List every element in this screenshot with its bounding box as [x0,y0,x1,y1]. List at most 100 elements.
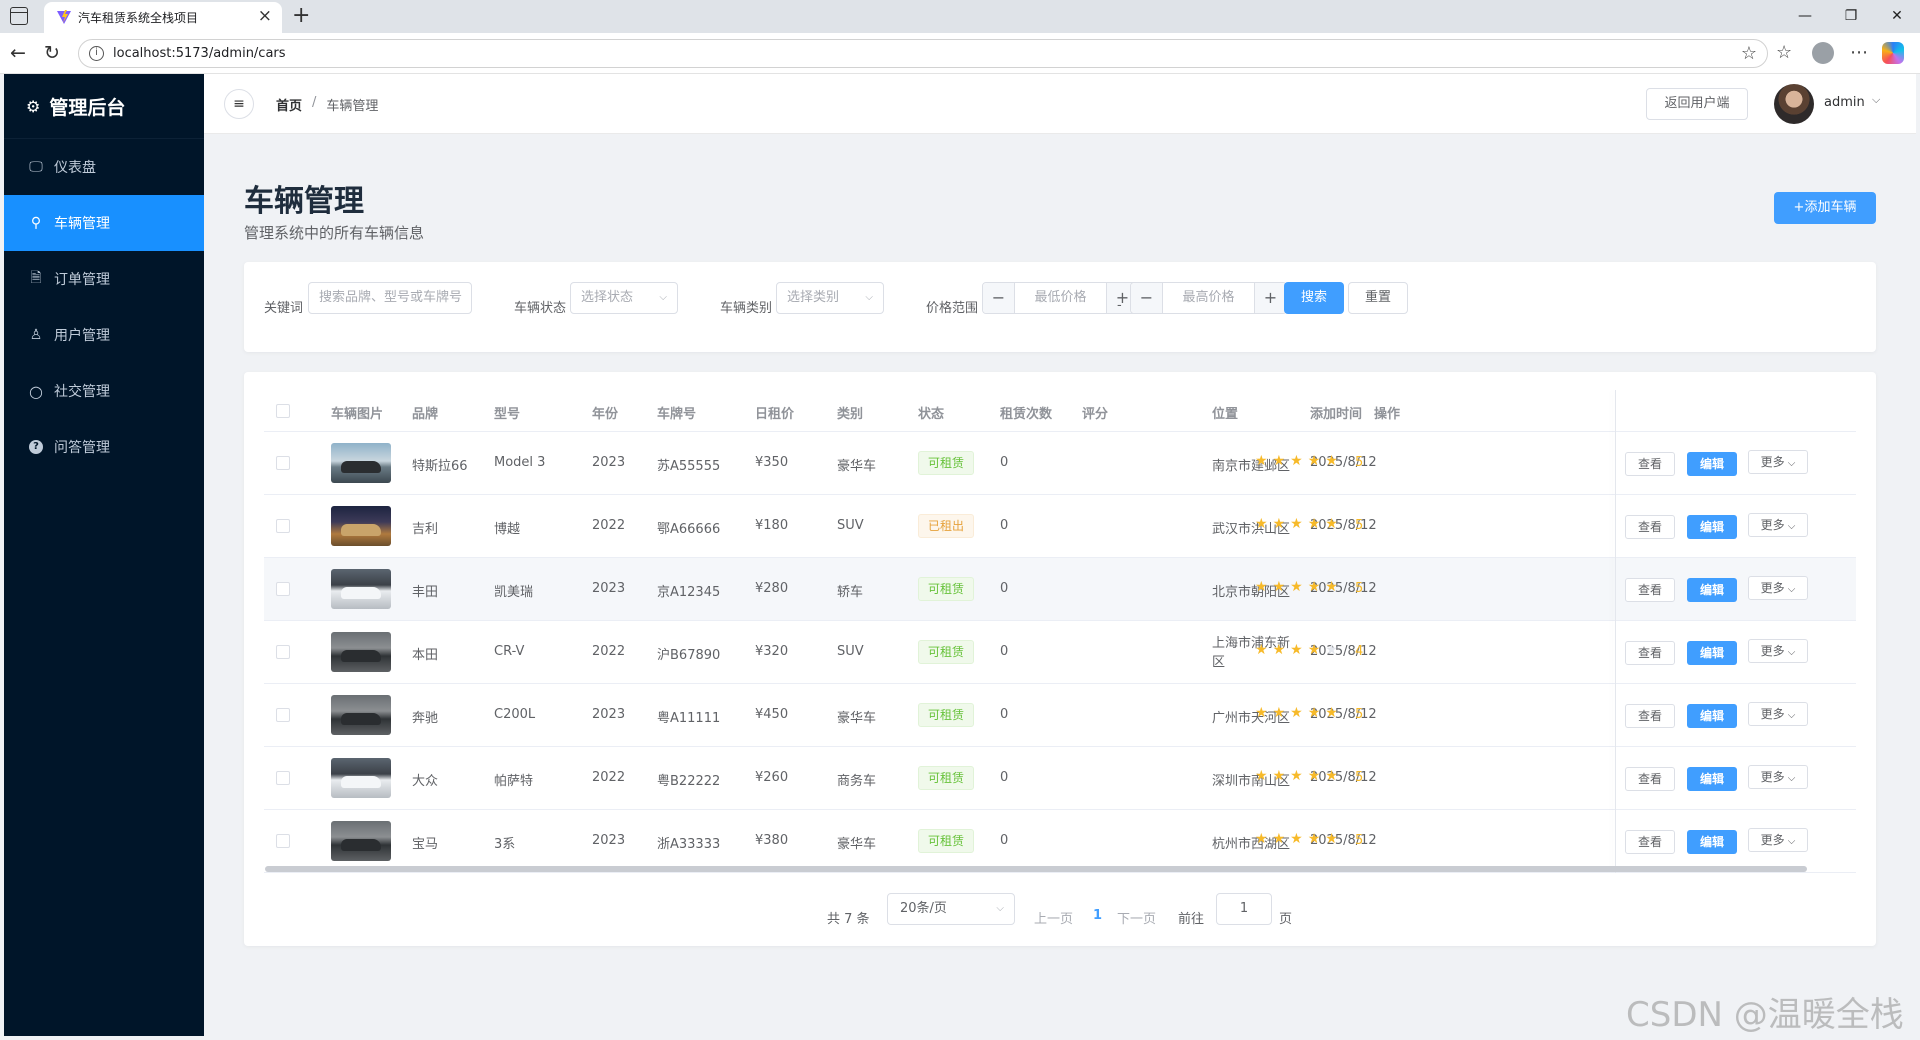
more-dropdown-button[interactable]: 更多 ⌵ [1748,639,1808,663]
edit-button[interactable]: 编辑 [1687,767,1737,791]
prev-page-button[interactable]: 上一页 [1034,908,1073,927]
edit-button[interactable]: 编辑 [1687,452,1737,476]
edit-button[interactable]: 编辑 [1687,704,1737,728]
column-header-plate[interactable]: 车牌号 [657,403,696,422]
car-thumbnail[interactable] [331,695,391,735]
sidebar-item-1[interactable]: ⚲ 车辆管理 [4,195,204,251]
row-checkbox[interactable] [276,645,290,659]
max-price-stepper[interactable]: − 最高价格 + [1130,282,1287,314]
column-header-actions[interactable]: 操作 [1374,403,1400,422]
car-thumbnail[interactable] [331,632,391,672]
max-price-placeholder[interactable]: 最高价格 [1163,283,1254,313]
table-row[interactable]: 奔驰 C200L 2023 粤A11111 ¥450 豪华车 0 2025/8/12 广州市天河… [264,684,1856,747]
close-tab-icon[interactable]: × [258,6,272,26]
close-window-icon[interactable]: ✕ [1874,0,1920,33]
table-row[interactable]: 大众 帕萨特 2022 粤B22222 ¥260 商务车 0 2025/8/12 深圳市南山区可… [264,747,1856,810]
new-tab-icon[interactable]: + [292,2,310,30]
search-button[interactable]: 搜索 [1284,282,1344,314]
table-row[interactable]: 丰田 凯美瑞 2023 京A12345 ¥280 轿车 0 2025/8/12 北京市朝阳区 可租… [264,558,1856,621]
car-thumbnail[interactable] [331,758,391,798]
username[interactable]: admin [1824,95,1865,110]
back-arrow-icon[interactable]: ← [10,41,26,65]
current-page[interactable]: 1 [1093,908,1102,923]
sidebar-item-2[interactable]: 🗎 订单管理 [4,251,204,307]
view-button[interactable]: 查看 [1625,452,1675,476]
column-header-location[interactable]: 位置 [1212,403,1238,422]
edit-button[interactable]: 编辑 [1687,515,1737,539]
back-to-user-button[interactable]: 返回用户端 [1646,88,1748,120]
car-thumbnail[interactable] [331,569,391,609]
edit-button[interactable]: 编辑 [1687,830,1737,854]
restore-icon[interactable]: ❐ [1828,0,1874,33]
column-header-year[interactable]: 年份 [592,403,618,422]
view-button[interactable]: 查看 [1625,515,1675,539]
car-thumbnail[interactable] [331,506,391,546]
sidebar-item-4[interactable]: ○ 社交管理 [4,363,204,419]
url-text[interactable]: localhost:5173/admin/cars [113,46,286,61]
minimize-icon[interactable]: — [1782,0,1828,33]
view-button[interactable]: 查看 [1625,704,1675,728]
page-size-select[interactable]: 20条/页 ⌵ [887,893,1015,925]
more-dropdown-button[interactable]: 更多 ⌵ [1748,450,1808,474]
more-dropdown-button[interactable]: 更多 ⌵ [1748,513,1808,537]
row-checkbox[interactable] [276,456,290,470]
keyword-input[interactable]: 搜索品牌、型号或车牌号 [308,282,472,314]
select-all-checkbox[interactable] [276,404,290,418]
increment-icon[interactable]: + [1254,283,1286,313]
more-dropdown-button[interactable]: 更多 ⌵ [1748,702,1808,726]
chevron-down-icon[interactable]: ⌵ [1872,93,1880,107]
avatar[interactable] [1774,84,1814,124]
view-button[interactable]: 查看 [1625,767,1675,791]
more-dropdown-button[interactable]: 更多 ⌵ [1748,765,1808,789]
row-checkbox[interactable] [276,771,290,785]
table-row[interactable]: 本田 CR-V 2022 沪B67890 ¥320 SUV 0 2025/8/12 上海市浦东新… [264,621,1856,684]
sidebar-item-3[interactable]: ♙ 用户管理 [4,307,204,363]
min-price-stepper[interactable]: − 最低价格 + [982,282,1139,314]
column-header-rentals[interactable]: 租赁次数 [1000,403,1052,422]
url-field[interactable]: i localhost:5173/admin/cars ☆ [78,39,1768,68]
column-header-price[interactable]: 日租价 [755,403,794,422]
column-header-rating[interactable]: 评分 [1082,403,1108,422]
tab-actions-icon[interactable] [10,7,28,25]
add-car-button[interactable]: +添加车辆 [1774,192,1876,224]
collapse-menu-icon[interactable]: ≡ [224,89,254,119]
view-button[interactable]: 查看 [1625,830,1675,854]
more-dropdown-button[interactable]: 更多 ⌵ [1748,576,1808,600]
decrement-icon[interactable]: − [983,283,1015,313]
column-header-added[interactable]: 添加时间 [1310,403,1362,422]
browser-tab[interactable]: 汽车租赁系统全栈项目 × [44,2,282,33]
decrement-icon[interactable]: − [1131,283,1163,313]
more-options-icon[interactable]: ⋯ [1850,41,1868,65]
table-row[interactable]: 特斯拉66 Model 3 2023 苏A55555 ¥350 豪华车 0 2025/8/12… [264,432,1856,495]
profile-icon[interactable] [1812,42,1834,64]
goto-page-input[interactable]: 1 [1216,893,1272,925]
column-header-brand[interactable]: 品牌 [412,403,438,422]
table-row[interactable]: 宝马 3系 2023 浙A33333 ¥380 豪华车 0 2025/8/12 杭州市西湖区 可租… [264,810,1856,873]
status-select[interactable]: 选择状态 ⌵ [570,282,678,314]
table-row[interactable]: 吉利 博越 2022 鄂A66666 ¥180 SUV 0 2025/8/12 武汉市洪山区 已租… [264,495,1856,558]
edit-button[interactable]: 编辑 [1687,578,1737,602]
next-page-button[interactable]: 下一页 [1117,908,1156,927]
copilot-icon[interactable] [1882,42,1904,64]
view-button[interactable]: 查看 [1625,641,1675,665]
reset-button[interactable]: 重置 [1348,282,1408,314]
horizontal-scrollbar[interactable] [265,866,1807,872]
more-dropdown-button[interactable]: 更多 ⌵ [1748,828,1808,852]
bookmark-star-icon[interactable]: ☆ [1741,43,1757,64]
category-select[interactable]: 选择类别 ⌵ [776,282,884,314]
column-header-model[interactable]: 型号 [494,403,520,422]
row-checkbox[interactable] [276,708,290,722]
car-thumbnail[interactable] [331,821,391,861]
row-checkbox[interactable] [276,582,290,596]
sidebar-item-0[interactable]: 🖵 仪表盘 [4,139,204,195]
reload-icon[interactable]: ↻ [44,41,60,65]
edit-button[interactable]: 编辑 [1687,641,1737,665]
car-thumbnail[interactable] [331,443,391,483]
breadcrumb-home[interactable]: 首页 [276,95,302,114]
column-header-image[interactable]: 车辆图片 [331,403,383,422]
sidebar-item-5[interactable]: ? 问答管理 [4,419,204,475]
row-checkbox[interactable] [276,834,290,848]
site-info-icon[interactable]: i [89,46,104,61]
column-header-status[interactable]: 状态 [918,403,944,422]
favorites-icon[interactable]: ☆ [1776,41,1792,65]
